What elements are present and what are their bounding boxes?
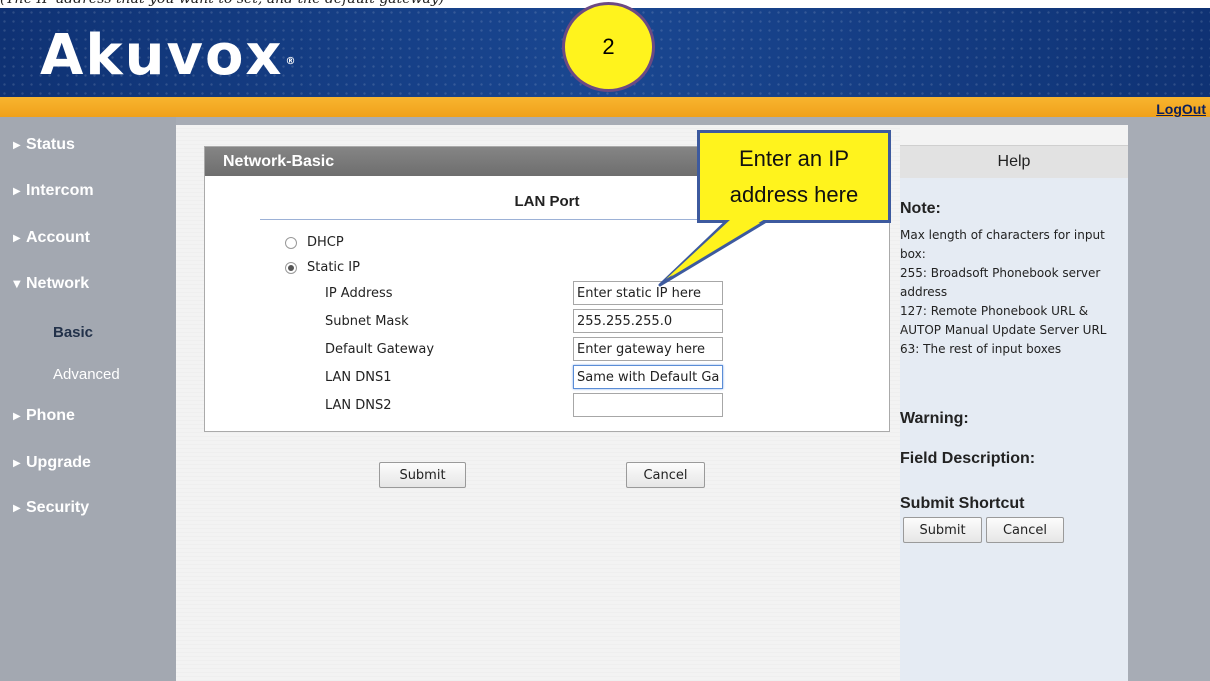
help-note-line: Max length of characters for input xyxy=(900,228,1105,242)
sidebar-item-account[interactable]: ▶ Account xyxy=(0,218,176,258)
lan-dns1-input[interactable] xyxy=(573,365,723,389)
registered-mark: ® xyxy=(285,56,296,67)
radio-static-ip[interactable] xyxy=(285,261,297,274)
sidebar-item-label: Account xyxy=(26,229,90,246)
collapsed-triangle-icon: ▶ xyxy=(13,232,21,244)
collapsed-triangle-icon: ▶ xyxy=(13,457,21,469)
help-note-text: Max length of characters for input box: … xyxy=(900,226,1128,359)
help-field-description-heading: Field Description: xyxy=(900,450,1036,467)
sidebar-item-phone[interactable]: ▶ Phone xyxy=(0,396,176,436)
sidebar-item-network[interactable]: ▼ Network xyxy=(0,264,176,304)
sidebar-subitem-basic[interactable]: Basic xyxy=(0,317,176,347)
collapsed-triangle-icon: ▶ xyxy=(13,185,21,197)
help-note-line: 255: Broadsoft Phonebook server xyxy=(900,266,1101,280)
sidebar-item-intercom[interactable]: ▶ Intercom xyxy=(0,171,176,211)
shortcut-cancel-button[interactable]: Cancel xyxy=(986,517,1064,543)
sidebar-item-label: Upgrade xyxy=(26,454,91,471)
submit-button[interactable]: Submit xyxy=(379,462,466,488)
step-number-badge: 2 xyxy=(562,2,655,92)
akuvox-logo: Akuvox ® xyxy=(40,26,296,86)
sidebar-subitem-advanced[interactable]: Advanced xyxy=(0,359,176,389)
help-note-line: 63: The rest of input boxes xyxy=(900,342,1062,356)
lan-dns2-label: LAN DNS2 xyxy=(325,398,392,413)
collapsed-triangle-icon: ▶ xyxy=(13,502,21,514)
help-note-line: 127: Remote Phonebook URL & xyxy=(900,304,1089,318)
help-note-heading: Note: xyxy=(900,200,941,217)
default-gateway-input[interactable] xyxy=(573,337,723,361)
collapsed-triangle-icon: ▶ xyxy=(13,410,21,422)
sidebar-item-upgrade[interactable]: ▶ Upgrade xyxy=(0,443,176,483)
sidebar-item-status[interactable]: ▶ Status xyxy=(0,125,176,165)
orange-top-bar xyxy=(0,97,1210,117)
help-title: Help xyxy=(900,145,1128,178)
ip-address-input[interactable] xyxy=(573,281,723,305)
help-warning-heading: Warning: xyxy=(900,410,969,427)
sidebar-item-label: Status xyxy=(26,136,75,153)
collapsed-triangle-icon: ▶ xyxy=(13,139,21,151)
radio-dhcp-label: DHCP xyxy=(307,235,344,250)
help-top-spacer xyxy=(900,125,1128,145)
expanded-triangle-icon: ▼ xyxy=(13,278,21,290)
sidebar-item-label: Intercom xyxy=(26,182,94,199)
shortcut-submit-button[interactable]: Submit xyxy=(903,517,982,543)
radio-static-ip-row[interactable]: Static IP xyxy=(285,260,360,275)
radio-static-ip-label: Static IP xyxy=(307,260,360,275)
logo-text: Akuvox xyxy=(40,23,284,88)
help-note-line: address xyxy=(900,285,948,299)
logout-link[interactable]: LogOut xyxy=(1156,101,1206,117)
radio-dhcp[interactable] xyxy=(285,236,297,249)
help-note-line: box: xyxy=(900,247,926,261)
ip-address-label: IP Address xyxy=(325,286,393,301)
subnet-mask-label: Subnet Mask xyxy=(325,314,409,329)
sidebar-item-security[interactable]: ▶ Security xyxy=(0,488,176,528)
screenshot-root: (The IP address that you want to set, an… xyxy=(0,0,1210,681)
radio-dhcp-row[interactable]: DHCP xyxy=(285,235,344,250)
section-divider xyxy=(260,219,700,220)
cancel-button[interactable]: Cancel xyxy=(626,462,705,488)
right-gutter xyxy=(1128,125,1154,681)
default-gateway-label: Default Gateway xyxy=(325,342,435,357)
subnet-mask-input[interactable] xyxy=(573,309,723,333)
callout-line-1: Enter an IP xyxy=(738,145,850,171)
callout-annotation: Enter an IP address here xyxy=(697,130,891,223)
help-note-line: AUTOP Manual Update Server URL xyxy=(900,323,1107,337)
lan-dns2-input[interactable] xyxy=(573,393,723,417)
callout-line-2: address here xyxy=(729,181,859,207)
sidebar-item-label: Network xyxy=(26,275,90,292)
sidebar: ▶ Status ▶ Intercom ▶ Account ▼ Network … xyxy=(0,117,176,681)
help-submit-shortcut-heading: Submit Shortcut xyxy=(900,495,1025,512)
sidebar-item-label: Phone xyxy=(26,407,75,424)
lan-dns1-label: LAN DNS1 xyxy=(325,370,392,385)
sidebar-item-label: Security xyxy=(26,499,90,516)
